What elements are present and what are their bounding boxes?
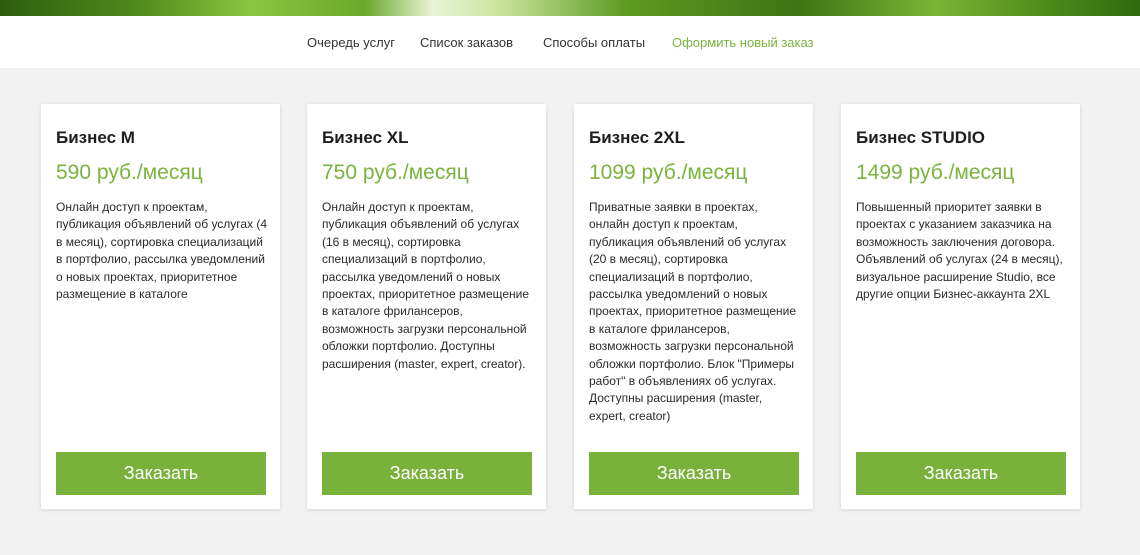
order-button[interactable]: Заказать xyxy=(56,452,266,495)
order-button[interactable]: Заказать xyxy=(589,452,799,495)
nav-item-order-list[interactable]: Список заказов xyxy=(420,35,513,51)
order-button[interactable]: Заказать xyxy=(856,452,1066,495)
plan-card-business-m: Бизнес M 590 руб./месяц Онлайн доступ к … xyxy=(41,104,280,509)
plan-price: 750 руб./месяц xyxy=(322,161,469,184)
plan-title: Бизнес XL xyxy=(322,128,409,147)
plan-title: Бизнес STUDIO xyxy=(856,128,986,147)
nav-item-payment-methods[interactable]: Способы оплаты xyxy=(543,35,645,51)
plan-title: Бизнес M xyxy=(56,128,135,147)
plan-price: 1499 руб./месяц xyxy=(856,161,1015,184)
nav-item-new-order[interactable]: Оформить новый заказ xyxy=(672,35,814,51)
plan-card-business-2xl: Бизнес 2XL 1099 руб./месяц Приватные зая… xyxy=(574,104,813,509)
plan-title: Бизнес 2XL xyxy=(589,128,685,147)
top-nav: Очередь услуг Список заказов Способы опл… xyxy=(0,16,1140,68)
plan-description: Онлайн доступ к проектам, публикация объ… xyxy=(322,200,530,371)
plan-price: 590 руб./месяц xyxy=(56,161,203,184)
nav-item-service-queue[interactable]: Очередь услуг xyxy=(307,35,395,51)
plan-card-business-studio: Бизнес STUDIO 1499 руб./месяц Повышенный… xyxy=(841,104,1080,509)
order-button[interactable]: Заказать xyxy=(322,452,532,495)
plan-price: 1099 руб./месяц xyxy=(589,161,748,184)
plan-description: Онлайн доступ к проектам, публикация объ… xyxy=(56,200,268,302)
plan-description: Повышенный приоритет заявки в проектах с… xyxy=(856,200,1063,302)
header-banner xyxy=(0,0,1140,16)
plan-description: Приватные заявки в проектах, онлайн дост… xyxy=(589,200,797,423)
plan-card-business-xl: Бизнес XL 750 руб./месяц Онлайн доступ к… xyxy=(307,104,546,509)
